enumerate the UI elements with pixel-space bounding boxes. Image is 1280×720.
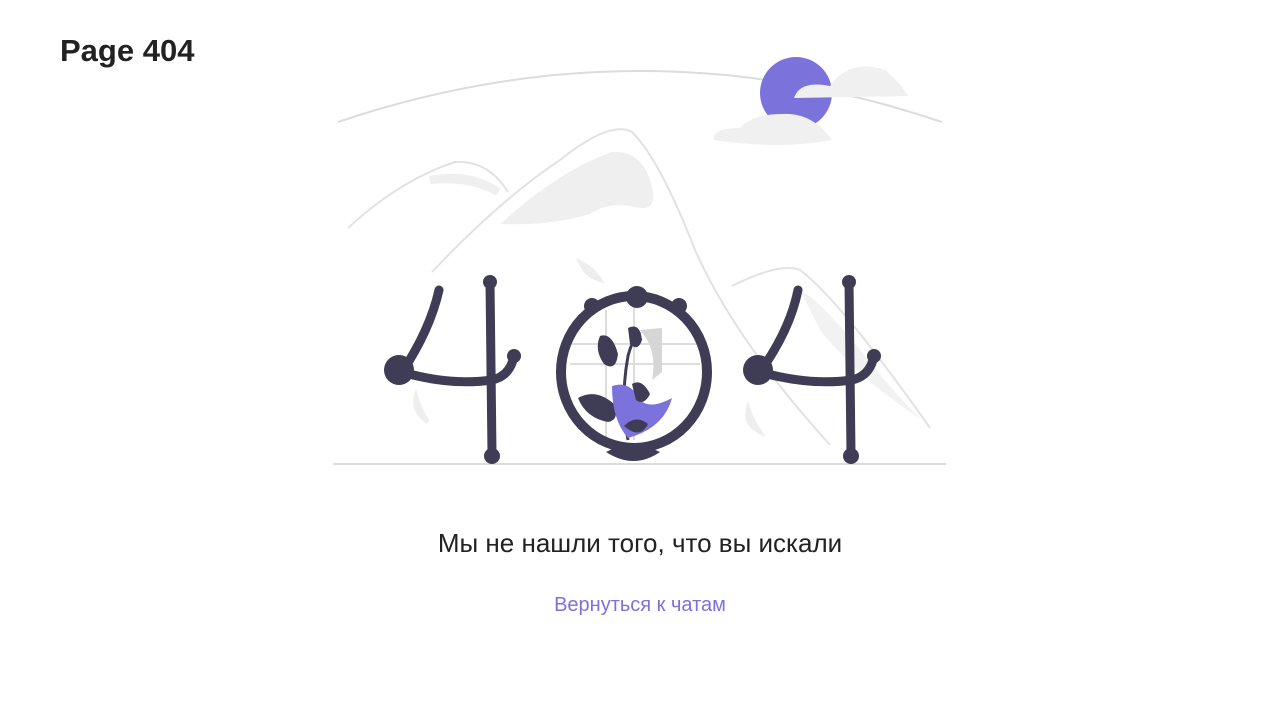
not-found-404-illustration [333,57,946,465]
digit-dot [867,349,881,363]
mountain [347,160,509,229]
digit-0 [556,286,712,461]
digit-dot [843,448,859,464]
mountain-shade [429,173,501,196]
digit-dot [507,349,521,363]
digit-dot [842,275,856,289]
digit-dot [743,355,773,385]
leaf [576,257,605,284]
digit-dot [484,448,500,464]
digit-4-left [394,277,519,459]
mountain-shade [800,290,922,420]
digit-dot [483,275,497,289]
leaf [413,388,430,424]
back-to-chats-link[interactable]: Вернуться к чатам [0,592,1280,618]
not-found-page: Page 404 Мы не нашли того, что вы искали… [0,0,1280,720]
leaf [745,400,766,438]
not-found-message: Мы не нашли того, что вы искали [437,528,843,558]
page-title: Page 404 [60,33,195,68]
digit-dot [384,355,414,385]
